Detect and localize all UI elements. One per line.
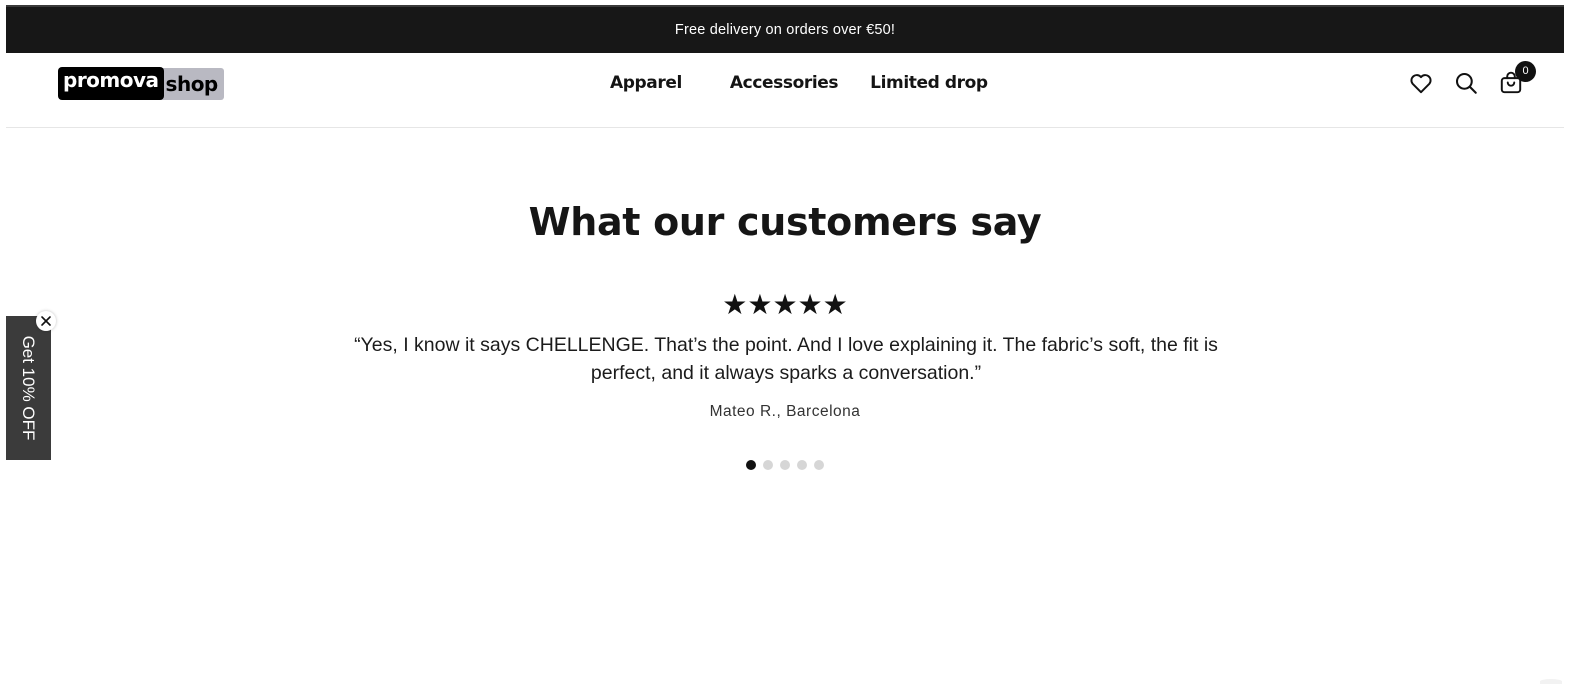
discount-tab-label: Get 10% OFF: [19, 335, 38, 441]
floating-widget-edge: [1540, 679, 1562, 684]
section-title: What our customers say: [528, 200, 1042, 244]
announcement-bar: Free delivery on orders over €50!: [6, 5, 1564, 53]
header-icons: 0: [1389, 61, 1536, 99]
main-nav: Apparel Accessories Limited drop: [610, 53, 988, 113]
page-frame: Free delivery on orders over €50! promov…: [6, 0, 1564, 684]
cart-count-badge: 0: [1515, 61, 1536, 82]
announcement-text: Free delivery on orders over €50!: [674, 22, 896, 38]
carousel-dot-3[interactable]: [780, 460, 790, 470]
carousel-dot-1[interactable]: [746, 460, 756, 470]
nav-item-accessories[interactable]: Accessories: [730, 73, 839, 93]
heart-icon[interactable]: [1408, 70, 1434, 96]
site-header: promova shop Apparel Accessories Limited…: [6, 53, 1564, 128]
logo-part-shop: shop: [157, 68, 224, 100]
carousel-dot-2[interactable]: [763, 460, 773, 470]
discount-side-tab[interactable]: Get 10% OFF: [6, 316, 51, 460]
cart-icon[interactable]: 0: [1498, 61, 1536, 96]
carousel-dot-5[interactable]: [814, 460, 824, 470]
carousel-dots: [6, 460, 1564, 470]
search-icon[interactable]: [1453, 70, 1479, 96]
nav-item-limited-drop[interactable]: Limited drop: [870, 73, 988, 93]
logo[interactable]: promova shop: [58, 67, 224, 100]
carousel-dot-4[interactable]: [797, 460, 807, 470]
nav-item-apparel[interactable]: Apparel: [610, 73, 682, 93]
testimonial-quote: “Yes, I know it says CHELLENGE. That’s t…: [354, 334, 1218, 384]
close-icon[interactable]: [36, 311, 56, 331]
logo-part-promova: promova: [58, 67, 164, 100]
testimonial-author: Mateo R., Barcelona: [709, 403, 861, 420]
star-rating: ★★★★★: [722, 288, 848, 321]
